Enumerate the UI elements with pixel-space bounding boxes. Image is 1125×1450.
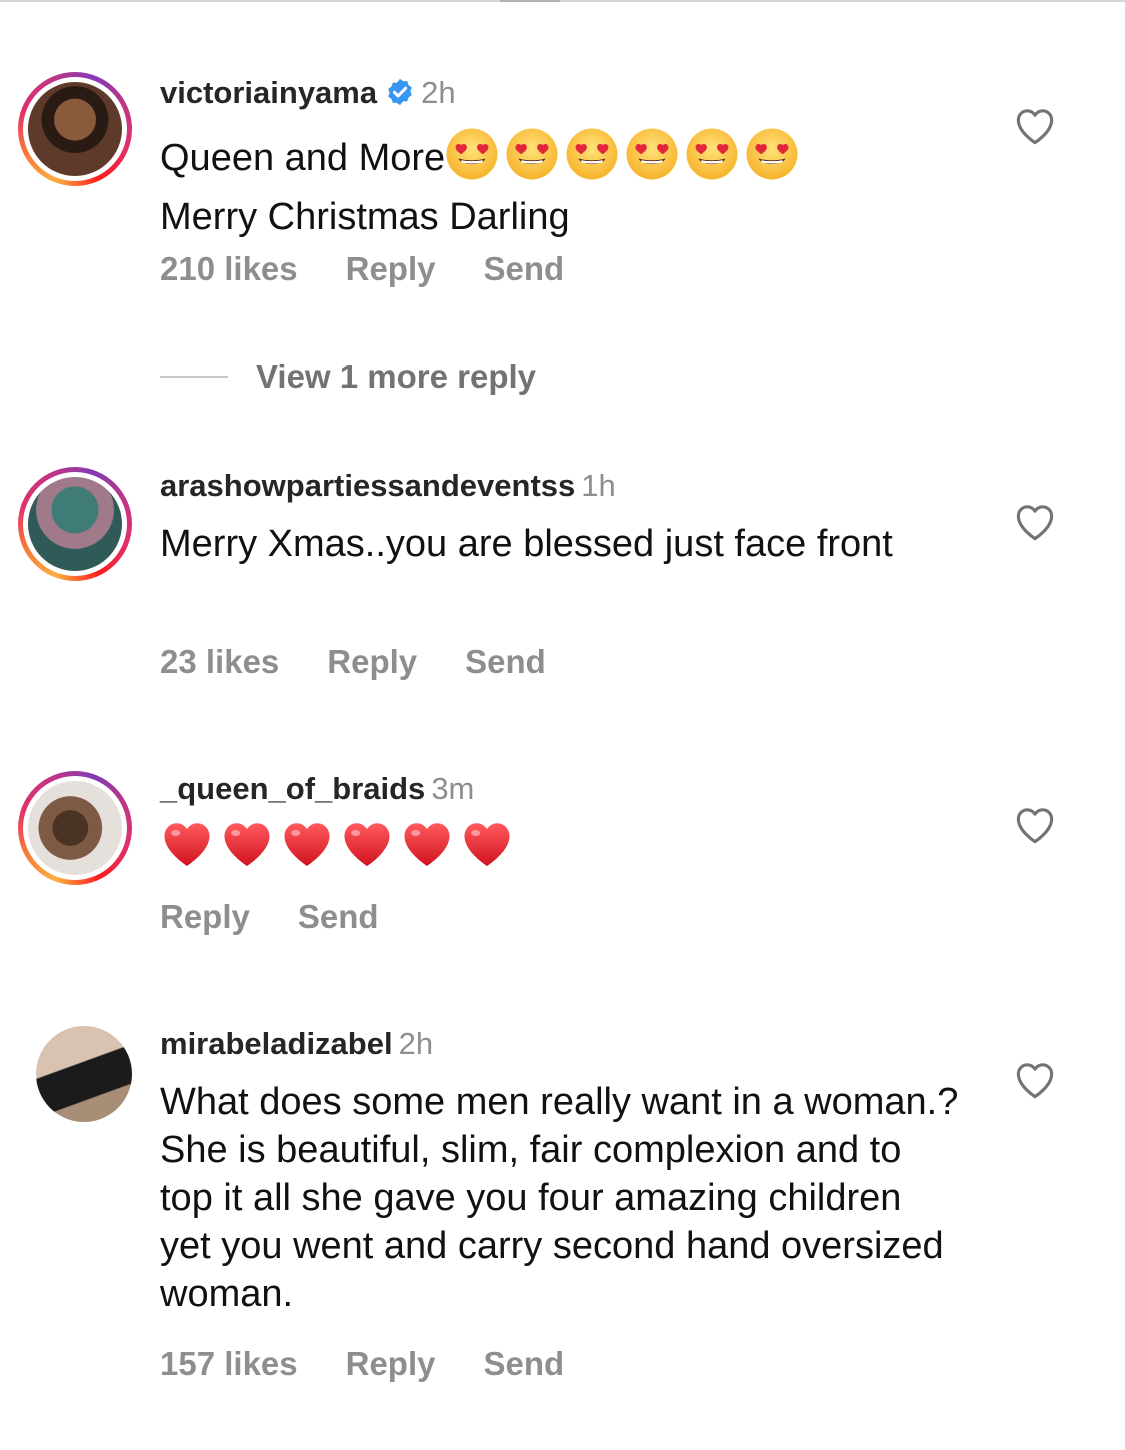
likes-count[interactable]: 210 likes <box>160 250 298 287</box>
send-button[interactable]: Send <box>298 898 379 935</box>
red-heart-emoji <box>400 818 454 884</box>
likes-count[interactable]: 157 likes <box>160 1345 298 1382</box>
verified-badge-icon <box>388 78 412 106</box>
likes-count[interactable]: 23 likes <box>160 643 279 680</box>
reply-button[interactable]: Reply <box>346 1345 436 1382</box>
comment-text-line2: Merry Christmas Darling <box>160 196 570 238</box>
comment-username[interactable]: arashowpartiessandeventss <box>160 468 575 503</box>
red-heart-emoji <box>160 818 214 884</box>
comment-time: 2h <box>421 75 456 110</box>
comment-time: 1h <box>581 468 616 503</box>
view-more-replies[interactable]: View 1 more reply <box>160 358 536 398</box>
send-button[interactable]: Send <box>465 643 546 680</box>
view-more-replies-label[interactable]: View 1 more reply <box>256 358 536 395</box>
red-heart-emoji <box>460 818 514 884</box>
red-heart-emoji <box>340 818 394 884</box>
comment-text: Merry Xmas..you are blessed just face fr… <box>160 523 893 565</box>
heart-outline-icon[interactable] <box>1014 805 1056 845</box>
comment-text-line1: Queen and More <box>160 137 446 180</box>
heart-eyes-emoji <box>565 127 619 193</box>
comment-username[interactable]: _queen_of_braids <box>160 771 425 806</box>
heart-eyes-emoji <box>625 127 679 193</box>
reply-button[interactable]: Reply <box>160 898 250 935</box>
avatar[interactable] <box>36 1026 132 1122</box>
comment-username[interactable]: victoriainyama <box>160 75 377 110</box>
send-button[interactable]: Send <box>484 1345 565 1382</box>
avatar[interactable] <box>18 72 132 186</box>
avatar-photo <box>28 82 122 176</box>
top-divider <box>0 0 1125 2</box>
comment-time: 3m <box>431 771 475 806</box>
avatar[interactable] <box>18 771 132 885</box>
red-heart-emoji <box>280 818 334 884</box>
reply-button[interactable]: Reply <box>327 643 417 680</box>
heart-eyes-emoji <box>505 127 559 193</box>
heart-eyes-emoji <box>685 127 739 193</box>
avatar[interactable] <box>18 467 132 581</box>
heart-eyes-emoji <box>745 127 799 193</box>
red-heart-emoji-row <box>160 818 520 884</box>
heart-eyes-emoji <box>445 127 499 193</box>
comment-text <box>160 818 980 884</box>
heart-outline-icon[interactable] <box>1014 502 1056 542</box>
comment-text: Queen and More Merry Christmas Darling <box>160 127 980 241</box>
comment-username[interactable]: mirabeladizabel <box>160 1026 393 1061</box>
avatar-photo <box>28 781 122 875</box>
heart-eyes-emoji-row <box>445 127 805 193</box>
avatar-photo <box>28 477 122 571</box>
send-button[interactable]: Send <box>484 250 565 287</box>
comment-text: What does some men really want in a woma… <box>160 1081 959 1315</box>
red-heart-emoji <box>220 818 274 884</box>
heart-outline-icon[interactable] <box>1014 106 1056 146</box>
heart-outline-icon[interactable] <box>1014 1060 1056 1100</box>
comment-time: 2h <box>398 1026 434 1061</box>
replies-divider <box>160 376 228 378</box>
reply-button[interactable]: Reply <box>346 250 436 287</box>
